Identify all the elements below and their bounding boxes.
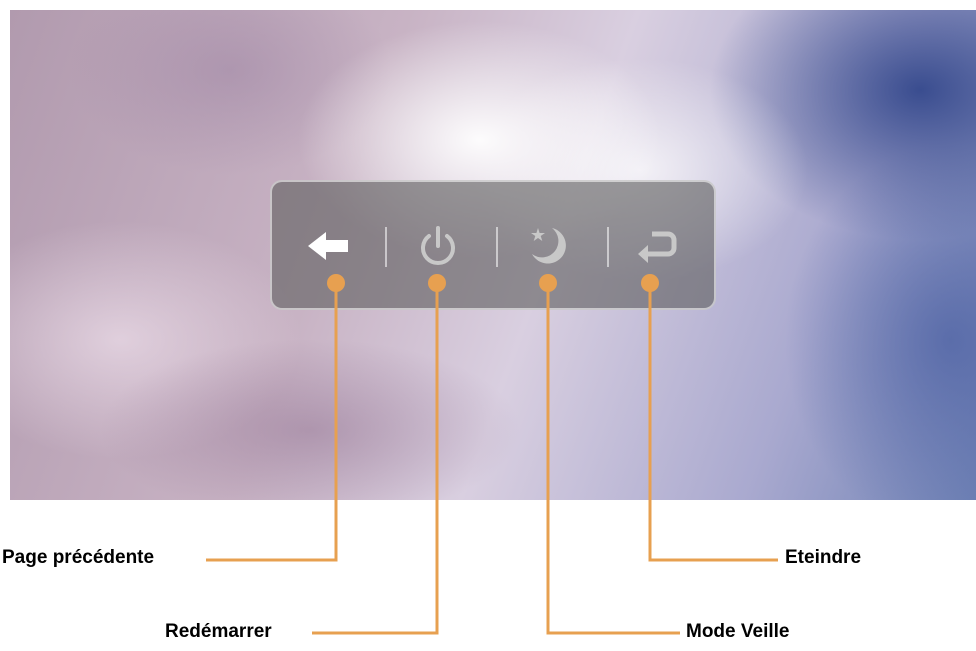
callout-dot-sleep bbox=[539, 274, 557, 292]
label-shutdown: Eteindre bbox=[785, 547, 862, 568]
label-back: Page précédente bbox=[2, 547, 155, 568]
callout-dot-back bbox=[327, 274, 345, 292]
label-restart: Redémarrer bbox=[165, 621, 272, 642]
label-sleep: Mode Veille bbox=[686, 621, 790, 642]
callout-dot-shutdown bbox=[641, 274, 659, 292]
callout-dot-restart bbox=[428, 274, 446, 292]
